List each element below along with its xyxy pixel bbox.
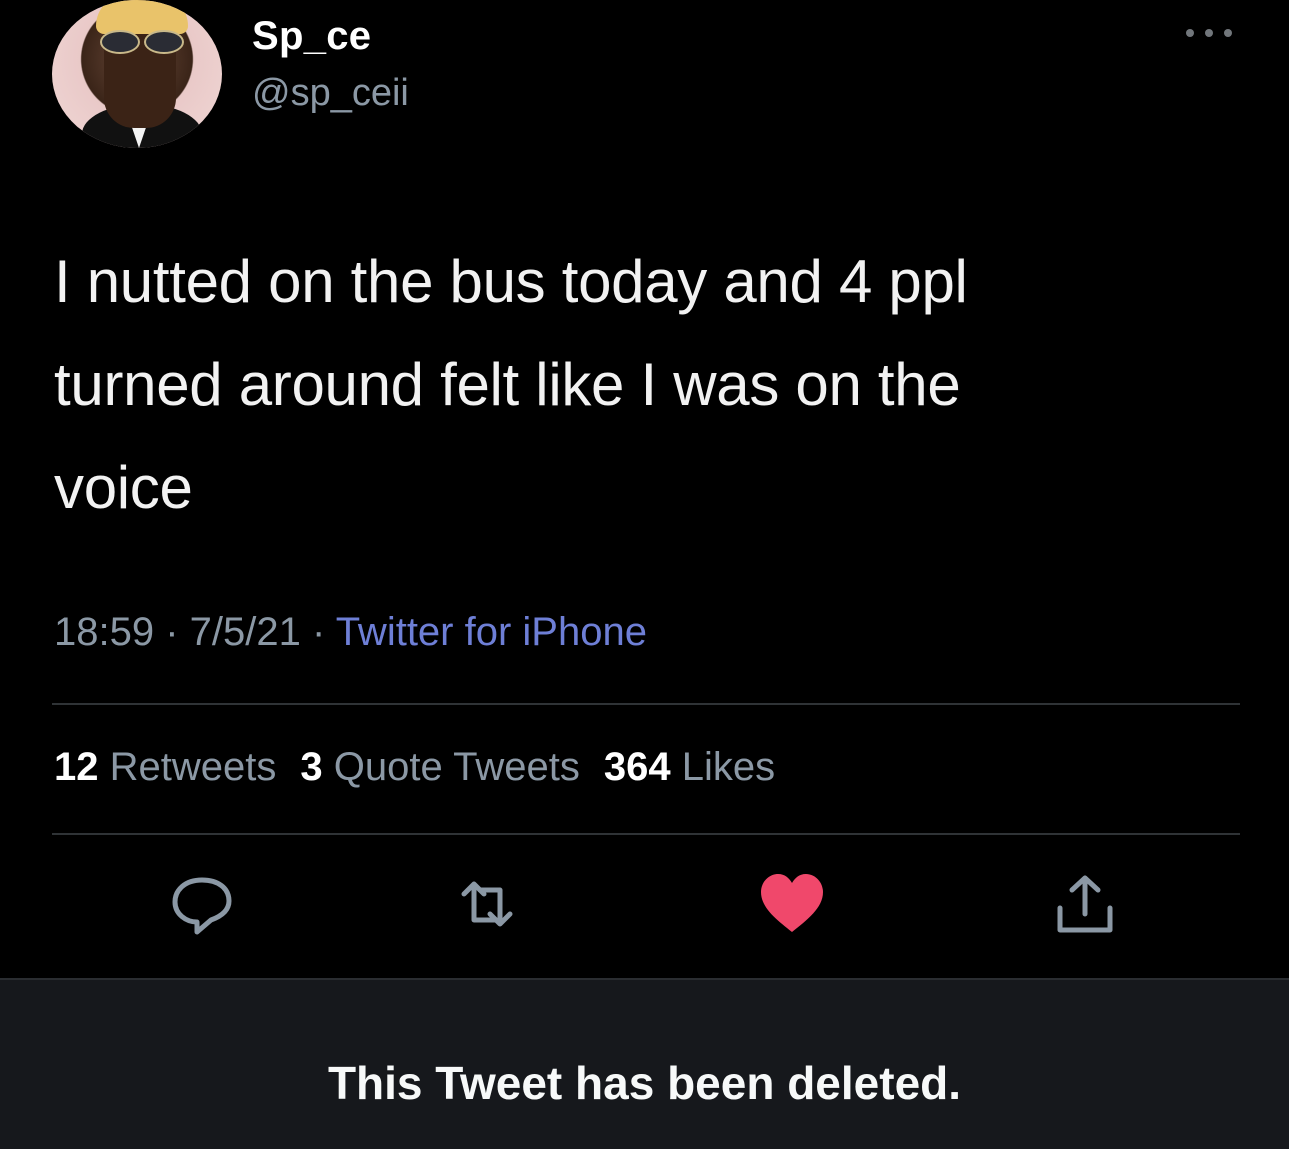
avatar-hair (96, 0, 188, 34)
tweet-text: I nutted on the bus today and 4 ppl turn… (54, 230, 1224, 539)
user-handle[interactable]: @sp_ceii (252, 72, 409, 115)
tweet-card: Sp_ce @sp_ceii I nutted on the bus today… (0, 0, 1289, 978)
tweet-text-line: turned around felt like I was on the (54, 351, 961, 418)
retweets-stat[interactable]: 12 Retweets (54, 745, 276, 789)
retweet-button[interactable] (452, 870, 522, 940)
avatar-glasses (100, 30, 184, 54)
quotes-stat[interactable]: 3 Quote Tweets (300, 745, 579, 789)
share-icon (1057, 875, 1113, 933)
quotes-count: 3 (300, 745, 323, 789)
retweets-label: Retweets (109, 745, 277, 789)
tweet-actions (0, 870, 1289, 950)
display-name[interactable]: Sp_ce (252, 14, 371, 59)
divider (52, 833, 1240, 835)
deleted-banner: This Tweet has been deleted. (0, 978, 1289, 1149)
share-button[interactable] (1050, 870, 1120, 940)
quotes-label: Quote Tweets (333, 745, 580, 789)
meta-separator: · (300, 610, 336, 654)
tweet-time[interactable]: 18:59 (54, 610, 154, 654)
reply-button[interactable] (167, 870, 237, 940)
retweets-count: 12 (54, 745, 99, 789)
reply-icon (172, 877, 232, 935)
deleted-message: This Tweet has been deleted. (327, 1057, 962, 1109)
divider (52, 703, 1240, 705)
tweet-text-line: I nutted on the bus today and 4 ppl (54, 248, 968, 315)
tweet-stats: 12 Retweets 3 Quote Tweets 364 Likes (54, 745, 775, 790)
retweet-icon (461, 881, 513, 927)
tweet-date[interactable]: 7/5/21 (190, 610, 301, 654)
heart-icon (761, 874, 823, 932)
likes-stat[interactable]: 364 Likes (604, 745, 775, 789)
meta-separator: · (154, 610, 190, 654)
tweet-source-link[interactable]: Twitter for iPhone (336, 610, 647, 654)
tweet-meta: 18:59 · 7/5/21 · Twitter for iPhone (54, 610, 647, 655)
likes-count: 364 (603, 745, 671, 789)
like-button[interactable] (757, 870, 827, 940)
likes-label: Likes (681, 745, 776, 789)
tweet-text-line: voice (54, 454, 193, 521)
avatar[interactable] (52, 0, 222, 148)
more-horizontal-icon[interactable] (1186, 28, 1232, 38)
